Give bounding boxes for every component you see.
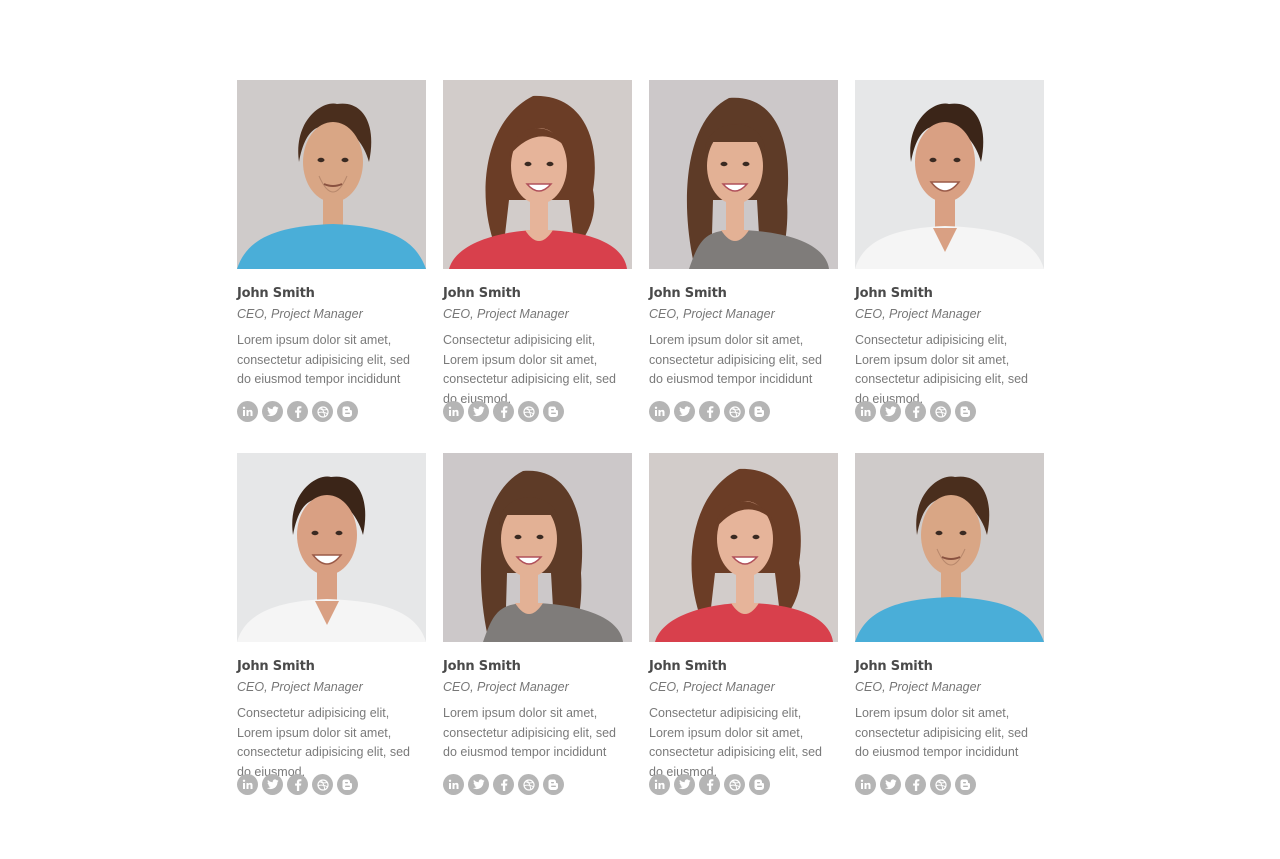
member-role: CEO, Project Manager xyxy=(855,307,981,321)
team-member-card: John Smith CEO, Project Manager Lorem ipsu… xyxy=(649,80,838,422)
linkedin-icon[interactable] xyxy=(237,401,258,422)
member-bio: Consectetur adipisicing elit, Lorem ipsu… xyxy=(649,706,823,779)
member-name: John Smith xyxy=(649,659,727,674)
linkedin-icon[interactable] xyxy=(237,774,258,795)
member-photo xyxy=(237,453,426,642)
blogger-icon[interactable] xyxy=(749,774,770,795)
twitter-icon[interactable] xyxy=(262,401,283,422)
linkedin-icon[interactable] xyxy=(649,774,670,795)
member-name: John Smith xyxy=(237,286,315,301)
member-bio: Consectetur adipisicing elit, Lorem ipsu… xyxy=(237,706,411,779)
blogger-icon[interactable] xyxy=(955,401,976,422)
member-role: CEO, Project Manager xyxy=(443,307,569,321)
facebook-icon[interactable] xyxy=(699,401,720,422)
twitter-icon[interactable] xyxy=(674,401,695,422)
social-links xyxy=(649,401,838,422)
dribbble-icon[interactable] xyxy=(518,401,539,422)
blogger-icon[interactable] xyxy=(955,774,976,795)
blogger-icon[interactable] xyxy=(749,401,770,422)
team-member-card: John Smith CEO, Project Manager Consectetu… xyxy=(237,453,426,795)
dribbble-icon[interactable] xyxy=(724,401,745,422)
member-bio: Consectetur adipisicing elit, Lorem ipsu… xyxy=(855,333,1029,406)
social-links xyxy=(649,774,838,795)
social-links xyxy=(855,401,1044,422)
social-links xyxy=(855,774,1044,795)
dribbble-icon[interactable] xyxy=(724,774,745,795)
member-name: John Smith xyxy=(649,286,727,301)
twitter-icon[interactable] xyxy=(880,774,901,795)
member-photo xyxy=(855,453,1044,642)
team-member-card: John Smith CEO, Project Manager Lorem ipsu… xyxy=(855,453,1044,795)
member-bio: Lorem ipsum dolor sit amet, consectetur … xyxy=(649,333,823,386)
member-photo xyxy=(855,80,1044,269)
twitter-icon[interactable] xyxy=(468,401,489,422)
social-links xyxy=(443,774,632,795)
team-grid: John Smith CEO, Project Manager Lorem ipsu… xyxy=(237,80,1044,795)
team-member-card: John Smith CEO, Project Manager Lorem ipsu… xyxy=(443,453,632,795)
facebook-icon[interactable] xyxy=(287,401,308,422)
linkedin-icon[interactable] xyxy=(855,401,876,422)
facebook-icon[interactable] xyxy=(287,774,308,795)
social-links xyxy=(237,401,426,422)
facebook-icon[interactable] xyxy=(493,774,514,795)
dribbble-icon[interactable] xyxy=(312,401,333,422)
facebook-icon[interactable] xyxy=(699,774,720,795)
linkedin-icon[interactable] xyxy=(649,401,670,422)
facebook-icon[interactable] xyxy=(905,774,926,795)
facebook-icon[interactable] xyxy=(493,401,514,422)
member-role: CEO, Project Manager xyxy=(855,680,981,694)
facebook-icon[interactable] xyxy=(905,401,926,422)
team-member-card: John Smith CEO, Project Manager Lorem ipsu… xyxy=(237,80,426,422)
team-member-card: John Smith CEO, Project Manager Consectetu… xyxy=(443,80,632,422)
member-role: CEO, Project Manager xyxy=(237,680,363,694)
twitter-icon[interactable] xyxy=(468,774,489,795)
member-name: John Smith xyxy=(855,286,933,301)
linkedin-icon[interactable] xyxy=(443,401,464,422)
member-name: John Smith xyxy=(443,286,521,301)
twitter-icon[interactable] xyxy=(262,774,283,795)
dribbble-icon[interactable] xyxy=(930,774,951,795)
blogger-icon[interactable] xyxy=(543,401,564,422)
blogger-icon[interactable] xyxy=(337,401,358,422)
member-role: CEO, Project Manager xyxy=(237,307,363,321)
member-role: CEO, Project Manager xyxy=(649,307,775,321)
twitter-icon[interactable] xyxy=(674,774,695,795)
dribbble-icon[interactable] xyxy=(312,774,333,795)
member-role: CEO, Project Manager xyxy=(649,680,775,694)
twitter-icon[interactable] xyxy=(880,401,901,422)
member-name: John Smith xyxy=(855,659,933,674)
blogger-icon[interactable] xyxy=(337,774,358,795)
member-name: John Smith xyxy=(443,659,521,674)
member-photo xyxy=(443,453,632,642)
member-photo xyxy=(649,80,838,269)
member-photo xyxy=(649,453,838,642)
blogger-icon[interactable] xyxy=(543,774,564,795)
member-bio: Lorem ipsum dolor sit amet, consectetur … xyxy=(855,706,1029,759)
social-links xyxy=(237,774,426,795)
member-photo xyxy=(443,80,632,269)
member-bio: Lorem ipsum dolor sit amet, consectetur … xyxy=(237,333,411,386)
member-role: CEO, Project Manager xyxy=(443,680,569,694)
member-name: John Smith xyxy=(237,659,315,674)
team-member-card: John Smith CEO, Project Manager Consectetu… xyxy=(855,80,1044,422)
member-photo xyxy=(237,80,426,269)
linkedin-icon[interactable] xyxy=(855,774,876,795)
linkedin-icon[interactable] xyxy=(443,774,464,795)
dribbble-icon[interactable] xyxy=(930,401,951,422)
social-links xyxy=(443,401,632,422)
member-bio: Consectetur adipisicing elit, Lorem ipsu… xyxy=(443,333,617,406)
member-bio: Lorem ipsum dolor sit amet, consectetur … xyxy=(443,706,617,759)
dribbble-icon[interactable] xyxy=(518,774,539,795)
team-member-card: John Smith CEO, Project Manager Consectetu… xyxy=(649,453,838,795)
